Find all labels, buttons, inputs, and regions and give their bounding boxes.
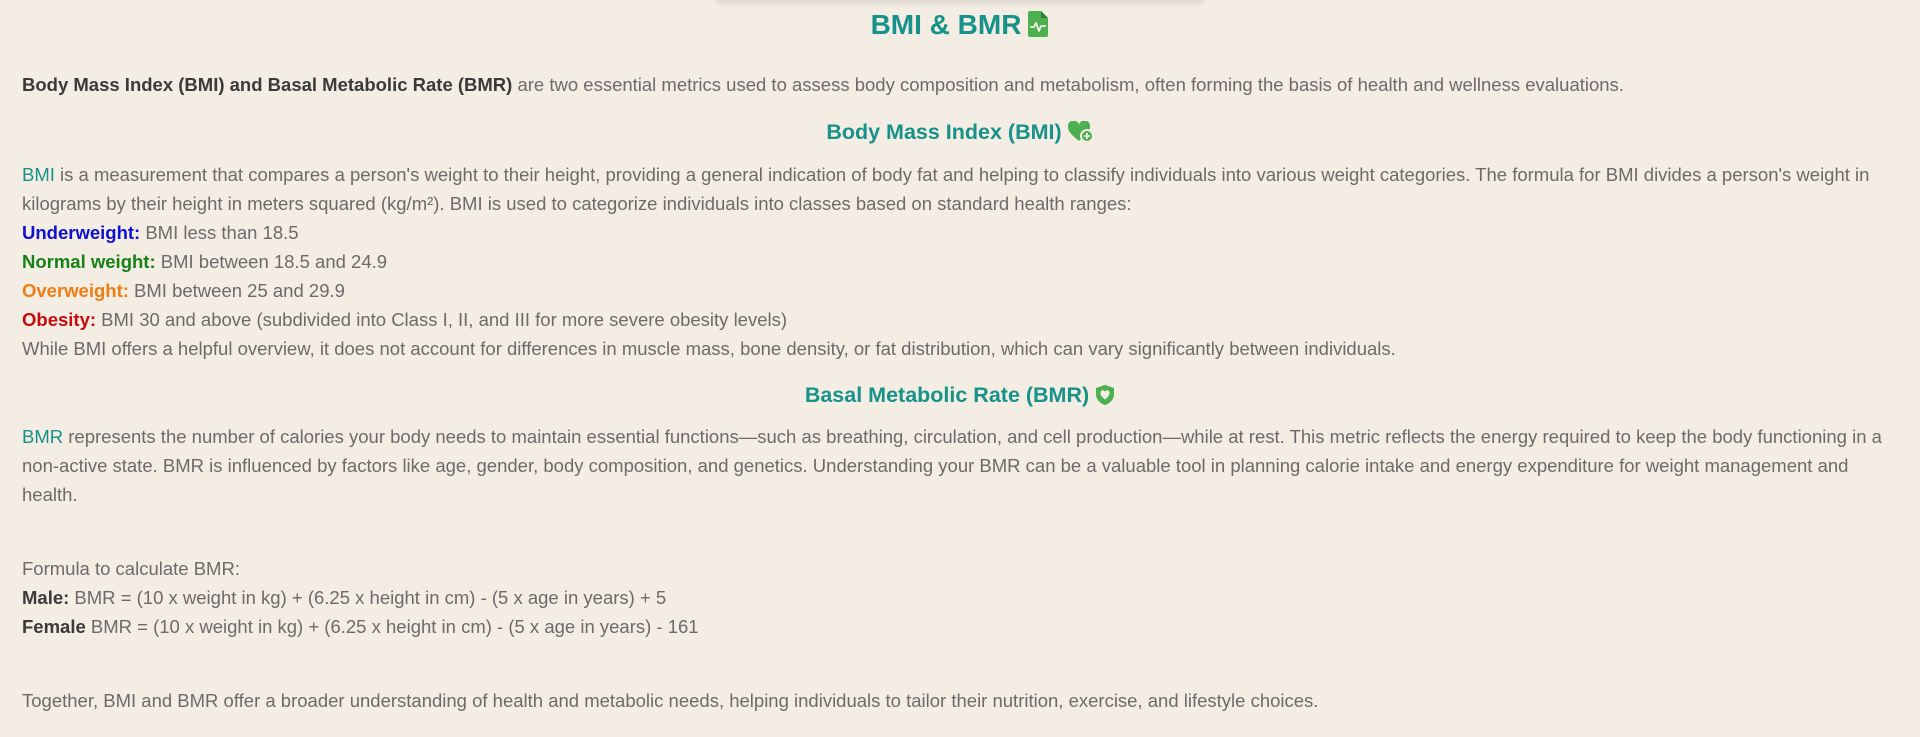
category-label: Obesity:	[22, 309, 97, 330]
bmi-description: BMI is a measurement that compares a per…	[22, 160, 1898, 218]
male-formula-text: BMR = (10 x weight in kg) + (6.25 x heig…	[69, 587, 667, 608]
male-formula: Male: BMR = (10 x weight in kg) + (6.25 …	[22, 583, 1898, 612]
intro-text: are two essential metrics used to assess…	[512, 74, 1624, 95]
category-label: Normal weight:	[22, 251, 156, 272]
shield-heart-icon	[1095, 384, 1115, 412]
bmr-description-text: represents the number of calories your b…	[22, 426, 1882, 505]
bmr-term: BMR	[22, 426, 64, 447]
male-label: Male:	[22, 587, 70, 608]
formula-intro: Formula to calculate BMR:	[22, 558, 240, 579]
category-text: BMI less than 18.5	[140, 222, 299, 243]
bmi-heading-text: Body Mass Index (BMI)	[826, 120, 1062, 144]
intro-paragraph: Body Mass Index (BMI) and Basal Metaboli…	[22, 70, 1898, 99]
bmr-section: BMR represents the number of calories yo…	[22, 422, 1898, 509]
file-medical-icon	[1027, 10, 1049, 46]
bmi-section: BMI is a measurement that compares a per…	[22, 160, 1898, 363]
conclusion-text: Together, BMI and BMR offer a broader un…	[22, 690, 1319, 711]
category-text: BMI between 18.5 and 24.9	[155, 251, 388, 272]
page-title: BMI & BMR	[22, 8, 1898, 46]
bmi-category-overweight: Overweight: BMI between 25 and 29.9	[22, 276, 1898, 305]
bmi-term: BMI	[22, 164, 55, 185]
conclusion-paragraph: Together, BMI and BMR offer a broader un…	[22, 686, 1898, 715]
category-label: Underweight:	[22, 222, 141, 243]
category-text: BMI between 25 and 29.9	[128, 280, 345, 301]
bmr-description: BMR represents the number of calories yo…	[22, 422, 1898, 509]
female-formula-text: BMR = (10 x weight in kg) + (6.25 x heig…	[85, 616, 699, 637]
bmi-category-underweight: Underweight: BMI less than 18.5	[22, 218, 1898, 247]
bmi-note: While BMI offers a helpful overview, it …	[22, 338, 1396, 359]
bmi-description-text: is a measurement that compares a person'…	[22, 164, 1870, 214]
category-label: Overweight:	[22, 280, 129, 301]
female-label: Female	[22, 616, 86, 637]
bmi-category-obesity: Obesity: BMI 30 and above (subdivided in…	[22, 305, 1898, 334]
bmr-formulas: Formula to calculate BMR: Male: BMR = (1…	[22, 554, 1898, 641]
bmi-category-normal: Normal weight: BMI between 18.5 and 24.9	[22, 247, 1898, 276]
bmr-heading-text: Basal Metabolic Rate (BMR)	[804, 383, 1090, 407]
heart-plus-icon	[1067, 120, 1094, 149]
page-title-text: BMI & BMR	[870, 9, 1022, 40]
female-formula: Female BMR = (10 x weight in kg) + (6.25…	[22, 612, 1898, 641]
bmi-heading: Body Mass Index (BMI)	[22, 119, 1898, 149]
bmr-heading: Basal Metabolic Rate (BMR)	[22, 382, 1898, 412]
intro-bold: Body Mass Index (BMI) and Basal Metaboli…	[22, 74, 513, 95]
category-text: BMI 30 and above (subdivided into Class …	[96, 309, 788, 330]
